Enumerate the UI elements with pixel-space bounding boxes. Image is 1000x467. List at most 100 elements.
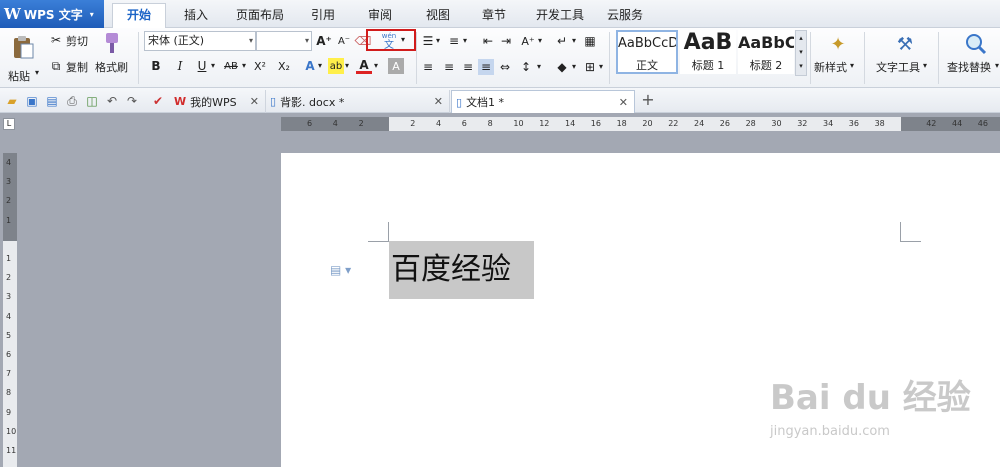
tab-insert[interactable]: 插入 bbox=[176, 6, 216, 28]
close-icon[interactable]: ✕ bbox=[250, 95, 259, 108]
grow-font-button[interactable]: A⁺ bbox=[316, 33, 332, 49]
tab-view[interactable]: 视图 bbox=[418, 6, 458, 28]
find-replace-button[interactable]: 查找替换 bbox=[947, 59, 991, 75]
ruler-tick-label: 3 bbox=[6, 177, 12, 187]
underline-button[interactable]: U bbox=[194, 58, 210, 74]
styles-scroll[interactable]: ▴ ▾ ▾ bbox=[795, 30, 807, 76]
tab-section[interactable]: 章节 bbox=[474, 6, 514, 28]
redo-icon[interactable]: ↷ bbox=[124, 93, 140, 109]
chevron-down-icon[interactable]: ▾ bbox=[374, 61, 378, 70]
chevron-down-icon[interactable]: ▾ bbox=[436, 36, 440, 45]
shrink-font-button[interactable]: A⁻ bbox=[336, 33, 352, 49]
chevron-down-icon[interactable]: ▾ bbox=[599, 62, 603, 71]
increase-indent-icon[interactable]: ⇥ bbox=[498, 33, 514, 49]
close-icon[interactable]: ✕ bbox=[619, 96, 628, 109]
ruler-tick-label: 20 bbox=[642, 119, 653, 128]
paste-label: 粘贴 bbox=[8, 70, 30, 83]
tab-cloud[interactable]: 云服务 bbox=[600, 6, 650, 28]
char-shading-button[interactable]: A bbox=[388, 58, 404, 74]
ruler-tick-label: 4 bbox=[6, 311, 12, 321]
horizontal-ruler[interactable]: 6 4 2 2 4 6 8 10 12 14 16 18 20 22 24 26 28 30 32 34 36 38 42 4… bbox=[281, 117, 1000, 131]
ruler-tick-label: 38 bbox=[874, 119, 885, 128]
customize-icon[interactable]: ✔ bbox=[150, 93, 166, 109]
tab-stop-selector[interactable]: L bbox=[3, 118, 15, 130]
tab-references[interactable]: 引用 bbox=[303, 6, 343, 28]
paste-button[interactable] bbox=[8, 32, 38, 62]
bullets-icon[interactable]: ☰ bbox=[420, 33, 436, 49]
vertical-ruler[interactable]: 4 3 2 1 1 2 3 4 5 6 7 8 9 10 11 bbox=[3, 153, 17, 467]
copy-icon[interactable]: ⧉ bbox=[48, 58, 64, 74]
scissors-icon[interactable]: ✂ bbox=[48, 32, 64, 48]
doc-tab-my-wps[interactable]: W 我的WPS ✕ bbox=[170, 90, 266, 113]
close-icon[interactable]: ✕ bbox=[434, 95, 443, 108]
subscript-button[interactable]: X₂ bbox=[274, 58, 294, 74]
chevron-down-icon[interactable]: ▾ bbox=[242, 61, 246, 70]
text-tools-button[interactable]: 文字工具 bbox=[876, 59, 920, 75]
italic-button[interactable]: I bbox=[172, 58, 188, 74]
chinese-layout-icon[interactable]: A⁺ bbox=[520, 33, 536, 49]
save-icon[interactable]: ▣ bbox=[24, 93, 40, 109]
chevron-down-icon: ▾ bbox=[304, 36, 309, 45]
style-heading-1[interactable]: AaB 标题 1 bbox=[680, 30, 736, 74]
chevron-down-icon[interactable]: ▾ bbox=[537, 62, 541, 71]
chevron-down-icon[interactable]: ▾ bbox=[211, 61, 215, 70]
ruler-tick-label: 11 bbox=[6, 446, 17, 455]
tab-developer[interactable]: 开发工具 bbox=[530, 6, 590, 28]
numbering-icon[interactable]: ≡ bbox=[446, 33, 462, 49]
app-menu-button[interactable]: W WPS 文字 ▾ bbox=[0, 0, 104, 28]
borders-icon[interactable]: ⊞ bbox=[582, 59, 598, 75]
superscript-button[interactable]: X² bbox=[250, 58, 270, 74]
chevron-down-icon[interactable]: ▾ bbox=[995, 61, 999, 70]
line-spacing-icon[interactable]: ↕ bbox=[518, 59, 534, 75]
ruler-tick-label: 46 bbox=[977, 119, 988, 128]
undo-icon[interactable]: ↶ bbox=[104, 93, 120, 109]
justify-icon[interactable]: ≡ bbox=[478, 59, 494, 75]
export-pdf-icon[interactable]: ▤ bbox=[44, 93, 60, 109]
style-normal[interactable]: AaBbCcDd 正文 bbox=[616, 30, 678, 74]
align-right-icon[interactable]: ≡ bbox=[460, 59, 476, 75]
chevron-down-icon[interactable]: ▾ bbox=[850, 61, 854, 70]
new-tab-button[interactable]: + bbox=[640, 90, 656, 109]
chevron-down-icon[interactable]: ▾ bbox=[538, 36, 542, 45]
ruler-tick-label: 4 bbox=[6, 158, 12, 167]
show-marks-icon[interactable]: ↵ bbox=[554, 33, 570, 49]
new-style-button[interactable]: 新样式 bbox=[814, 59, 847, 75]
distribute-icon[interactable]: ⇔ bbox=[497, 59, 513, 75]
chevron-down-icon[interactable]: ▾ bbox=[923, 61, 927, 70]
selected-text[interactable]: 百度经验 bbox=[389, 241, 534, 299]
doc-tab-document1[interactable]: ▯ 文档1 * ✕ bbox=[451, 90, 635, 113]
print-preview-icon[interactable]: ◫ bbox=[84, 93, 100, 109]
style-heading-2[interactable]: AaBbC 标题 2 bbox=[738, 30, 794, 74]
chevron-down-icon[interactable]: ▾ bbox=[572, 62, 576, 71]
chevron-down-icon[interactable]: ▾ bbox=[463, 36, 467, 45]
print-icon[interactable]: ⎙ bbox=[64, 93, 80, 109]
tab-home[interactable]: 开始 bbox=[112, 3, 166, 28]
table-grid-icon[interactable]: ▦ bbox=[582, 33, 598, 49]
ruler-tick-label: 9 bbox=[6, 407, 12, 417]
chevron-down-icon[interactable]: ▾ bbox=[572, 36, 576, 45]
paragraph-shading-icon[interactable]: ◆ bbox=[554, 59, 570, 75]
font-name-select[interactable]: 宋体 (正文) ▾ bbox=[144, 31, 256, 51]
cut-button[interactable]: 剪切 bbox=[66, 33, 88, 49]
doc-tab-beiying[interactable]: ▯ 背影. docx * ✕ bbox=[266, 90, 450, 113]
paragraph-handle-icon[interactable]: ▤ ▾ bbox=[330, 263, 351, 277]
highlight-button[interactable]: ab bbox=[328, 58, 344, 74]
font-size-select[interactable]: ▾ bbox=[256, 31, 312, 51]
align-center-icon[interactable]: ≡ bbox=[441, 59, 457, 75]
decrease-indent-icon[interactable]: ⇤ bbox=[480, 33, 496, 49]
bold-button[interactable]: B bbox=[148, 58, 164, 74]
align-left-icon[interactable]: ≡ bbox=[420, 59, 436, 75]
open-folder-icon[interactable]: ▰ bbox=[4, 93, 20, 109]
tab-page-layout[interactable]: 页面布局 bbox=[230, 6, 290, 28]
tab-review[interactable]: 审阅 bbox=[360, 6, 400, 28]
text-effect-button[interactable]: A bbox=[302, 58, 318, 74]
chevron-down-icon[interactable]: ▾ bbox=[318, 61, 322, 70]
divider bbox=[864, 32, 865, 84]
chevron-down-icon[interactable]: ▾ bbox=[345, 61, 349, 70]
brush-icon bbox=[106, 33, 118, 53]
ruler-tick-label: 6 bbox=[307, 119, 313, 128]
copy-button[interactable]: 复制 bbox=[66, 59, 88, 75]
strikethrough-button[interactable]: AB bbox=[220, 58, 242, 74]
format-painter-button[interactable] bbox=[98, 30, 124, 56]
font-color-button[interactable]: A bbox=[356, 58, 372, 74]
